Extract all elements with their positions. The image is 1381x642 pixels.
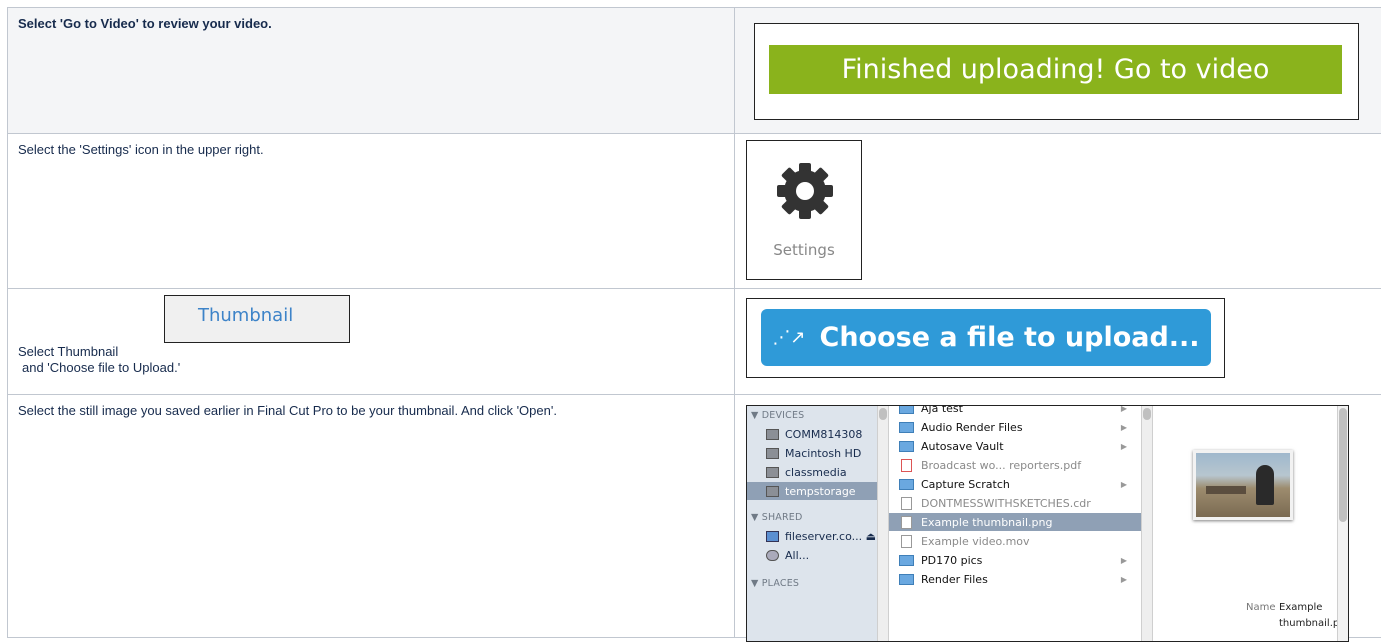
choose-file-label: Choose a file to upload... xyxy=(820,322,1200,353)
document-icon xyxy=(901,497,912,510)
folder-icon xyxy=(899,405,914,414)
finder-sidebar: ▼ DEVICES COMM814308 Macintosh HD classm… xyxy=(747,406,877,641)
thumbnail-preview-image xyxy=(1193,450,1293,520)
list-item[interactable]: Autosave Vault▶ xyxy=(889,437,1141,455)
list-item[interactable]: Audio Render Files▶ xyxy=(889,418,1141,436)
step-image-cell: Finished uploading! Go to video xyxy=(735,8,1381,134)
drive-icon xyxy=(766,467,779,478)
preview-name-value: Example xyxy=(1279,602,1322,613)
video-file-icon xyxy=(901,535,912,548)
column-scrollbar[interactable] xyxy=(877,406,889,641)
drive-icon xyxy=(766,448,779,459)
step-row-go-to-video: Select 'Go to Video' to review your vide… xyxy=(8,8,1381,134)
file-list: Aja test▶ Audio Render Files▶ Autosave V… xyxy=(889,406,1141,641)
finished-uploading-screenshot: Finished uploading! Go to video xyxy=(754,23,1359,120)
list-item[interactable]: PD170 pics▶ xyxy=(889,551,1141,569)
sidebar-header-devices: ▼ DEVICES xyxy=(747,406,877,424)
folder-icon xyxy=(899,555,914,566)
folder-icon xyxy=(899,574,914,585)
drive-icon xyxy=(766,486,779,497)
step-text-cell: Select the still image you saved earlier… xyxy=(8,395,735,638)
step-text-cell: Thumbnail Select Thumbnail and 'Choose f… xyxy=(8,289,735,395)
column-scrollbar[interactable] xyxy=(1141,406,1153,641)
computer-icon xyxy=(766,429,779,440)
sidebar-item-all[interactable]: All... xyxy=(747,546,877,564)
choose-file-button[interactable]: ⋰↗ Choose a file to upload... xyxy=(761,309,1211,366)
sidebar-item-macintosh-hd[interactable]: Macintosh HD xyxy=(747,444,877,462)
image-file-icon xyxy=(901,516,912,529)
sidebar-item-classmedia[interactable]: classmedia xyxy=(747,463,877,481)
step-instruction-continued: and 'Choose file to Upload.' xyxy=(22,360,180,375)
step-row-thumbnail: Thumbnail Select Thumbnail and 'Choose f… xyxy=(8,289,1381,395)
sidebar-item-fileserver[interactable]: fileserver.co... ⏏ xyxy=(747,527,877,545)
list-item[interactable]: Example video.mov xyxy=(889,532,1141,550)
choose-file-screenshot: ⋰↗ Choose a file to upload... xyxy=(746,298,1225,378)
sidebar-header-places: ▼ PLACES xyxy=(747,574,877,592)
step-text-cell: Select the 'Settings' icon in the upper … xyxy=(8,134,735,289)
list-item[interactable]: Render Files▶ xyxy=(889,570,1141,588)
step-image-cell: ⋰↗ Choose a file to upload... xyxy=(735,289,1381,395)
server-icon xyxy=(766,531,779,542)
list-item[interactable]: Broadcast wo... reporters.pdf xyxy=(889,456,1141,474)
folder-icon xyxy=(899,422,914,433)
preview-name-key: Name xyxy=(1246,602,1276,613)
list-item[interactable]: Capture Scratch▶ xyxy=(889,475,1141,493)
thumbnail-tab-screenshot: Thumbnail xyxy=(164,295,350,343)
sidebar-header-shared: ▼ SHARED xyxy=(747,508,877,526)
network-icon xyxy=(766,550,779,561)
gear-icon[interactable] xyxy=(773,159,837,223)
pdf-icon xyxy=(901,459,912,472)
step-row-select-file: Select the still image you saved earlier… xyxy=(8,395,1381,638)
file-dialog-screenshot: ▼ DEVICES COMM814308 Macintosh HD classm… xyxy=(746,405,1349,642)
step-image-cell: Settings xyxy=(735,134,1381,289)
settings-label: Settings xyxy=(747,241,861,259)
list-item[interactable]: DONTMESSWITHSKETCHES.cdr xyxy=(889,494,1141,512)
step-image-cell: ▼ DEVICES COMM814308 Macintosh HD classm… xyxy=(735,395,1381,638)
file-preview-pane: Name Example thumbnail.png xyxy=(1153,406,1337,641)
step-instruction: Select Thumbnail xyxy=(18,344,118,359)
sidebar-item-comm814308[interactable]: COMM814308 xyxy=(747,425,877,443)
step-instruction: Select the still image you saved earlier… xyxy=(18,403,557,418)
go-to-video-button[interactable]: Finished uploading! Go to video xyxy=(769,45,1342,94)
folder-icon xyxy=(899,441,914,452)
step-text-cell: Select 'Go to Video' to review your vide… xyxy=(8,8,735,134)
thumbnail-tab[interactable]: Thumbnail xyxy=(198,305,293,326)
step-instruction: Select the 'Settings' icon in the upper … xyxy=(18,142,264,157)
sidebar-item-tempstorage[interactable]: tempstorage xyxy=(747,482,877,500)
instructions-table: Select 'Go to Video' to review your vide… xyxy=(7,7,1381,638)
list-item[interactable]: Aja test▶ xyxy=(889,405,1141,417)
settings-screenshot: Settings xyxy=(746,140,862,280)
upload-arrow-icon: ⋰↗ xyxy=(772,327,805,348)
folder-icon xyxy=(899,479,914,490)
list-item-selected[interactable]: Example thumbnail.png xyxy=(889,513,1141,531)
step-instruction: Select 'Go to Video' to review your vide… xyxy=(18,16,272,31)
step-row-settings: Select the 'Settings' icon in the upper … xyxy=(8,134,1381,289)
preview-scrollbar[interactable] xyxy=(1337,406,1349,641)
